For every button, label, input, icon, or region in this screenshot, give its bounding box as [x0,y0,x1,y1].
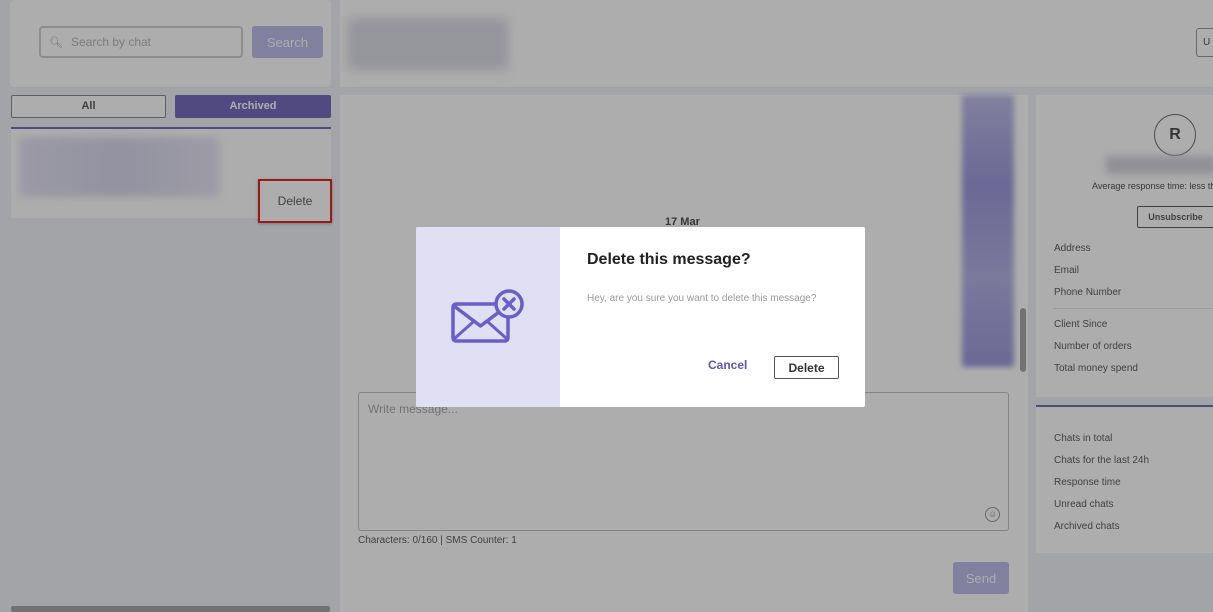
delete-confirm-dialog: Delete this message? Hey, are you sure y… [416,227,865,407]
dialog-illustration [416,227,560,407]
confirm-delete-button[interactable]: Delete [774,356,839,379]
envelope-delete-icon [451,289,524,343]
cancel-button[interactable]: Cancel [708,358,747,372]
dialog-message: Hey, are you sure you want to delete thi… [587,293,817,304]
dialog-title: Delete this message? [587,251,751,268]
dialog-body: Delete this message? Hey, are you sure y… [560,227,865,407]
